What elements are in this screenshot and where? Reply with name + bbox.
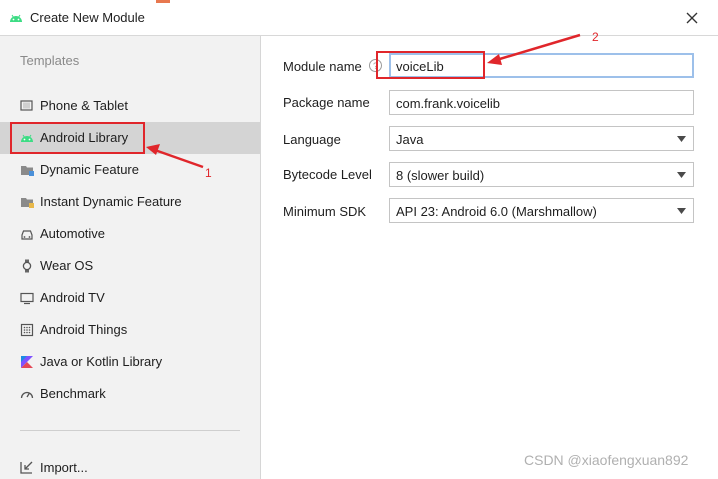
window-accent-strip bbox=[156, 0, 170, 3]
phone-tablet-icon bbox=[20, 100, 33, 111]
sidebar-item-java-kotlin-library[interactable]: Java or Kotlin Library bbox=[0, 346, 260, 378]
sidebar-item-android-tv[interactable]: Android TV bbox=[0, 282, 260, 314]
dynamic-feature-icon bbox=[21, 166, 34, 176]
language-select[interactable]: Java bbox=[389, 126, 694, 151]
sidebar-item-label: Instant Dynamic Feature bbox=[40, 194, 182, 209]
sidebar-item-label: Wear OS bbox=[40, 258, 94, 273]
module-name-label: Module name bbox=[283, 59, 362, 74]
sidebar-item-android-things[interactable]: Android Things bbox=[0, 314, 260, 346]
annotation-box-android-library bbox=[10, 122, 145, 154]
annotation-number-1: 1 bbox=[205, 166, 212, 180]
import-button[interactable]: Import... bbox=[0, 454, 260, 479]
dialog-titlebar: Create New Module bbox=[0, 0, 718, 36]
annotation-box-module-name bbox=[376, 51, 485, 79]
sidebar-item-phone-tablet[interactable]: Phone & Tablet bbox=[0, 90, 260, 122]
minimum-sdk-value: API 23: Android 6.0 (Marshmallow) bbox=[396, 204, 597, 219]
minimum-sdk-select[interactable]: API 23: Android 6.0 (Marshmallow) bbox=[389, 198, 694, 223]
sidebar-item-benchmark[interactable]: Benchmark bbox=[0, 378, 260, 410]
bytecode-level-value: 8 (slower build) bbox=[396, 168, 485, 183]
templates-heading: Templates bbox=[20, 53, 80, 68]
bytecode-level-select[interactable]: 8 (slower build) bbox=[389, 162, 694, 187]
chevron-down-icon bbox=[677, 208, 686, 214]
minimum-sdk-label: Minimum SDK bbox=[283, 204, 367, 219]
sidebar-divider bbox=[20, 430, 240, 431]
package-name-field[interactable]: com.frank.voicelib bbox=[389, 90, 694, 115]
chevron-down-icon bbox=[677, 136, 686, 142]
package-name-label: Package name bbox=[283, 95, 370, 110]
sidebar-item-instant-dynamic-feature[interactable]: Instant Dynamic Feature bbox=[0, 186, 260, 218]
import-label: Import... bbox=[40, 460, 88, 475]
dialog-title: Create New Module bbox=[30, 10, 145, 25]
sidebar-item-automotive[interactable]: Automotive bbox=[0, 218, 260, 250]
chevron-down-icon bbox=[677, 172, 686, 178]
package-name-value: com.frank.voicelib bbox=[396, 96, 501, 111]
tv-icon bbox=[20, 292, 34, 305]
annotation-number-2: 2 bbox=[592, 30, 599, 44]
instant-dynamic-feature-icon bbox=[21, 198, 34, 208]
watermark: CSDN @xiaofengxuan892 bbox=[524, 452, 689, 468]
sidebar-item-label: Java or Kotlin Library bbox=[40, 354, 163, 369]
bytecode-level-label: Bytecode Level bbox=[283, 167, 372, 182]
sidebar-item-label: Android TV bbox=[40, 290, 105, 305]
import-icon bbox=[20, 461, 33, 474]
sidebar-item-label: Dynamic Feature bbox=[40, 162, 139, 177]
templates-sidebar: Templates Phone & Tablet Android Library… bbox=[0, 36, 261, 479]
sidebar-item-wear-os[interactable]: Wear OS bbox=[0, 250, 260, 282]
sidebar-item-label: Automotive bbox=[40, 226, 106, 241]
watch-icon bbox=[22, 259, 32, 273]
language-value: Java bbox=[396, 132, 424, 147]
sidebar-item-dynamic-feature[interactable]: Dynamic Feature bbox=[0, 154, 260, 186]
sidebar-item-label: Benchmark bbox=[40, 386, 106, 401]
car-icon bbox=[21, 230, 33, 240]
sidebar-item-label: Android Things bbox=[40, 322, 128, 337]
gauge-icon bbox=[20, 391, 34, 399]
android-studio-icon bbox=[10, 14, 22, 22]
language-label: Language bbox=[283, 132, 341, 147]
things-board-icon bbox=[20, 323, 34, 337]
kotlin-icon bbox=[21, 356, 33, 368]
sidebar-item-label: Phone & Tablet bbox=[40, 98, 128, 113]
close-icon[interactable] bbox=[682, 8, 702, 28]
